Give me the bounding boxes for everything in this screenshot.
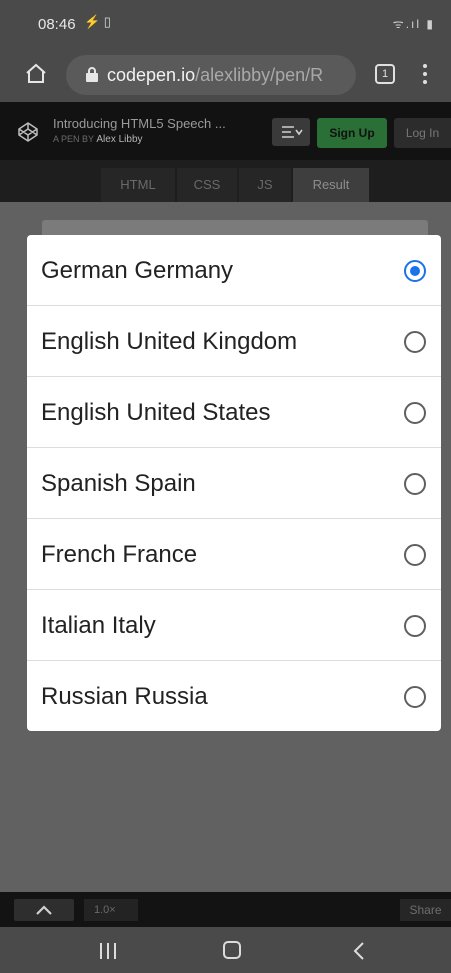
collapse-button[interactable] xyxy=(14,899,74,921)
option-label: German Germany xyxy=(41,257,234,284)
notification-icons: ⚡ ▯ xyxy=(84,14,111,29)
radio-unselected-icon[interactable] xyxy=(404,473,426,495)
pen-author[interactable]: A PEN BY Alex Libby xyxy=(53,134,143,145)
system-navigation-bar xyxy=(0,927,451,973)
tab-html[interactable]: HTML xyxy=(101,168,175,202)
layout-icon xyxy=(282,126,303,138)
back-icon[interactable] xyxy=(352,941,366,961)
option-label: English United Kingdom xyxy=(41,328,298,355)
option-label: Spanish Spain xyxy=(41,470,196,497)
option-german-germany[interactable]: German Germany xyxy=(27,235,441,306)
lock-icon xyxy=(86,67,98,82)
address-bar[interactable]: codepen.io/alexlibby/pen/R xyxy=(66,55,356,95)
tab-result[interactable]: Result xyxy=(293,168,369,202)
tab-switcher-button[interactable]: 1 xyxy=(375,64,395,84)
radio-unselected-icon[interactable] xyxy=(404,615,426,637)
browser-toolbar: codepen.io/alexlibby/pen/R 1 xyxy=(0,50,451,102)
option-label: Russian Russia xyxy=(41,683,208,710)
zoom-button[interactable]: 1.0× xyxy=(84,899,138,921)
option-english-united-kingdom[interactable]: English United Kingdom xyxy=(27,306,441,377)
option-spanish-spain[interactable]: Spanish Spain xyxy=(27,448,441,519)
radio-unselected-icon[interactable] xyxy=(404,544,426,566)
login-button[interactable]: Log In xyxy=(394,118,451,148)
option-label: French France xyxy=(41,541,198,568)
option-russian-russia[interactable]: Russian Russia xyxy=(27,661,441,731)
option-italian-italy[interactable]: Italian Italy xyxy=(27,590,441,661)
chevron-up-icon xyxy=(36,905,52,915)
share-button[interactable]: Share xyxy=(400,899,451,921)
radio-unselected-icon[interactable] xyxy=(404,402,426,424)
radio-selected-icon[interactable] xyxy=(404,260,426,282)
home-icon[interactable] xyxy=(24,62,48,86)
signal-battery-icons: ᯤ.ıl ▮ xyxy=(392,17,435,31)
url-text[interactable]: codepen.io/alexlibby/pen/R xyxy=(107,65,347,86)
codepen-logo-icon[interactable] xyxy=(18,122,38,142)
option-french-france[interactable]: French France xyxy=(27,519,441,590)
option-english-united-states[interactable]: English United States xyxy=(27,377,441,448)
signup-button[interactable]: Sign Up xyxy=(317,118,387,148)
tab-css[interactable]: CSS xyxy=(177,168,237,202)
editor-tabs: HTML CSS JS Result xyxy=(0,160,451,202)
url-domain: codepen.io xyxy=(107,65,196,85)
status-bar: 08:46 ⚡ ▯ ᯤ.ıl ▮ xyxy=(0,0,451,50)
overflow-menu-icon[interactable] xyxy=(420,62,430,86)
url-path: /alexlibby/pen/R xyxy=(195,65,324,85)
author-name[interactable]: Alex Libby xyxy=(96,134,142,145)
codepen-header: Introducing HTML5 Speech ... A PEN BY Al… xyxy=(0,102,451,160)
option-label: English United States xyxy=(41,399,271,426)
tab-js[interactable]: JS xyxy=(239,168,291,202)
radio-unselected-icon[interactable] xyxy=(404,686,426,708)
home-nav-icon[interactable] xyxy=(223,941,241,959)
pen-title[interactable]: Introducing HTML5 Speech ... xyxy=(53,116,226,131)
option-label: Italian Italy xyxy=(41,612,156,639)
status-time: 08:46 xyxy=(38,16,76,33)
codepen-footer: 1.0× Share xyxy=(0,892,451,927)
change-view-button[interactable] xyxy=(272,118,310,146)
language-select-dialog: German Germany English United Kingdom En… xyxy=(27,235,441,731)
recent-apps-icon[interactable] xyxy=(98,943,118,959)
author-prefix: A PEN BY xyxy=(53,134,94,144)
radio-unselected-icon[interactable] xyxy=(404,331,426,353)
